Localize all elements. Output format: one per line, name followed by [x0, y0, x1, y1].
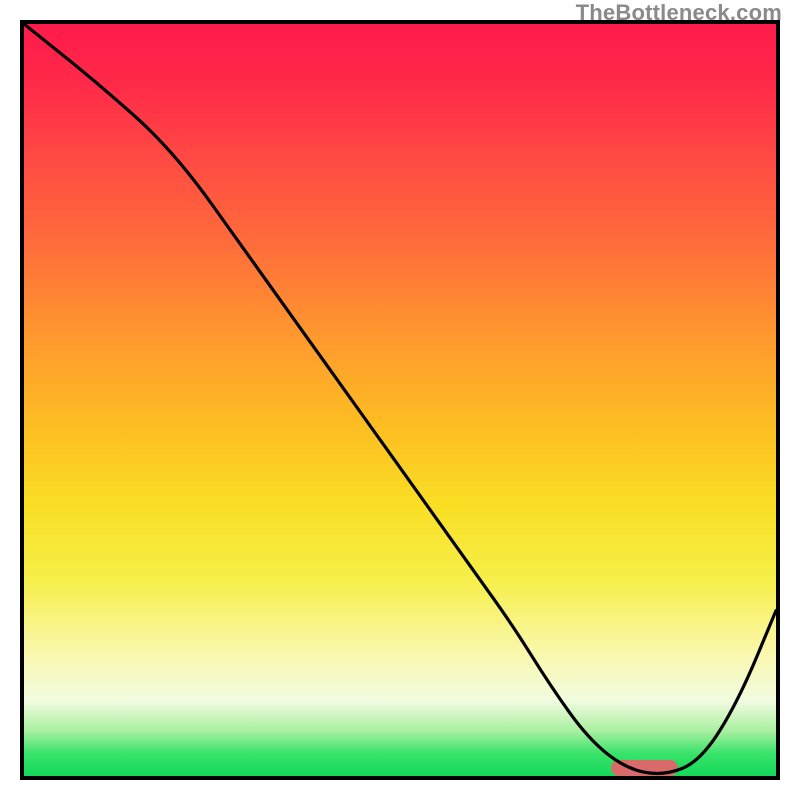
curve-path — [24, 24, 776, 773]
bottleneck-chart: TheBottleneck.com — [0, 0, 800, 800]
bottleneck-curve — [24, 24, 776, 776]
plot-area — [20, 20, 780, 780]
